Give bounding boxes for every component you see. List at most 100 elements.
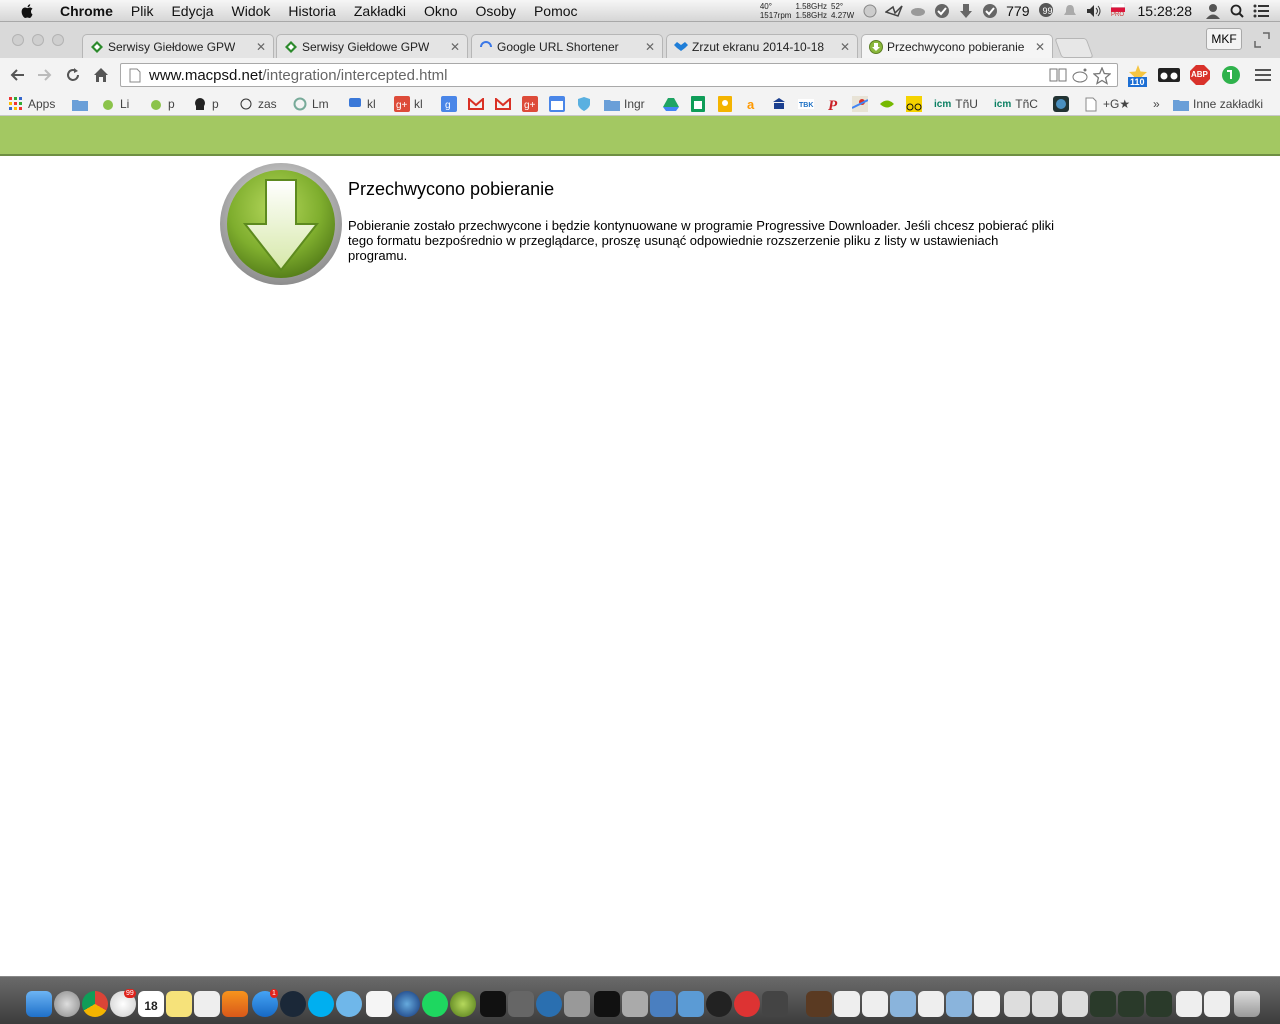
tab-screenshot[interactable]: Zrzut ekranu 2014-10-18 ✕	[666, 34, 858, 58]
system-preferences-icon[interactable]	[564, 991, 590, 1017]
dictionary-icon[interactable]	[806, 991, 832, 1017]
polish-flag-input-icon[interactable]: PRO	[1109, 2, 1127, 20]
bookmark-shield[interactable]	[576, 95, 596, 113]
bell-icon[interactable]	[1061, 2, 1079, 20]
fullscreen-icon[interactable]	[1254, 32, 1270, 48]
window-zoom-button[interactable]	[52, 34, 64, 46]
bookmark-calendar[interactable]	[549, 95, 569, 113]
bookmark-p-2[interactable]: p	[192, 95, 219, 113]
menu-pomoc[interactable]: Pomoc	[525, 0, 587, 22]
spotify-icon[interactable]	[422, 991, 448, 1017]
bookmark-lm[interactable]: Lm	[292, 95, 329, 113]
bookmark-cyclist[interactable]	[906, 95, 926, 113]
bookmark-maps[interactable]	[852, 95, 872, 113]
bookmark-sheets[interactable]	[690, 95, 710, 113]
menu-widok[interactable]: Widok	[223, 0, 280, 22]
progressive-downloader-dock-icon[interactable]	[450, 991, 476, 1017]
bookmark-keep[interactable]	[717, 95, 737, 113]
transmit-icon[interactable]	[536, 991, 562, 1017]
cloud-icon[interactable]	[909, 2, 927, 20]
temp-power-stats[interactable]: 52° 4.27W	[831, 2, 854, 20]
tab-gpw-2[interactable]: Serwisy Giełdowe GPW ✕	[276, 34, 468, 58]
script-editor-icon[interactable]	[622, 991, 648, 1017]
evernote-extension-icon[interactable]	[1220, 64, 1242, 86]
finder-icon[interactable]	[26, 991, 52, 1017]
close-icon[interactable]: ✕	[840, 40, 850, 54]
activity-monitor-icon[interactable]	[480, 991, 506, 1017]
bookmark-icm-tnu[interactable]: icm TñU	[934, 95, 978, 113]
download-arrow-icon[interactable]	[957, 2, 975, 20]
bookmark-bank[interactable]	[771, 95, 791, 113]
trash-icon[interactable]	[1234, 991, 1260, 1017]
bookmark-folder[interactable]	[72, 95, 92, 113]
menu-plik[interactable]: Plik	[122, 0, 163, 22]
bookmark-other-folder[interactable]: Inne zakładki	[1173, 95, 1263, 113]
adblock-plus-icon[interactable]: ABP	[1189, 64, 1211, 86]
back-button[interactable]	[8, 66, 26, 84]
cpu-frequency-stats[interactable]: 1.58GHz 1.58GHz	[795, 2, 827, 20]
skype-icon[interactable]	[308, 991, 334, 1017]
check-circle-icon[interactable]	[933, 2, 951, 20]
notification-center-icon[interactable]	[1252, 2, 1270, 20]
bookmark-zas[interactable]: zas	[238, 95, 277, 113]
stickies-icon[interactable]	[166, 991, 192, 1017]
launchpad-icon[interactable]	[54, 991, 80, 1017]
butterfly-icon[interactable]	[222, 991, 248, 1017]
xcode-icon[interactable]	[678, 991, 704, 1017]
tab-url-shortener[interactable]: Google URL Shortener ✕	[471, 34, 663, 58]
window-thumbnail[interactable]	[1118, 991, 1144, 1017]
calendar-icon[interactable]: 18	[138, 991, 164, 1017]
bookmark-gmail-2[interactable]	[495, 95, 515, 113]
folder-icon[interactable]	[890, 991, 916, 1017]
glasses-extension-icon[interactable]	[1158, 64, 1180, 86]
tomato-timer-icon[interactable]	[734, 991, 760, 1017]
menu-zakladki[interactable]: Zakładki	[345, 0, 415, 22]
window-minimize-button[interactable]	[32, 34, 44, 46]
virtualbox-icon[interactable]	[650, 991, 676, 1017]
menu-icon[interactable]	[1252, 64, 1274, 86]
messages-icon[interactable]	[336, 991, 362, 1017]
reddit-icon[interactable]	[1071, 67, 1089, 89]
reload-button[interactable]	[64, 66, 82, 84]
menu-historia[interactable]: Historia	[279, 0, 344, 22]
window-thumbnail[interactable]	[1004, 991, 1030, 1017]
tab-intercepted[interactable]: Przechwycono pobieranie ✕	[861, 34, 1053, 58]
close-icon[interactable]: ✕	[1035, 40, 1045, 54]
reader-mode-icon[interactable]	[1049, 67, 1067, 89]
bookmark-google[interactable]: g	[441, 95, 461, 113]
window-thumbnail[interactable]	[1062, 991, 1088, 1017]
bookmark-p-1[interactable]: p	[148, 95, 175, 113]
app-menu-chrome[interactable]: Chrome	[51, 0, 122, 22]
bookmark-tbk[interactable]: TBK	[798, 95, 818, 113]
close-icon[interactable]: ✕	[645, 40, 655, 54]
tab-gpw-1[interactable]: Serwisy Giełdowe GPW ✕	[82, 34, 274, 58]
folder-icon[interactable]	[946, 991, 972, 1017]
notification-counter[interactable]: 779	[1006, 3, 1029, 19]
misc-app-icon[interactable]	[762, 991, 788, 1017]
menu-okno[interactable]: Okno	[415, 0, 466, 22]
bookmark-kl-2[interactable]: g+ kl	[394, 95, 423, 113]
window-thumbnail[interactable]	[1176, 991, 1202, 1017]
bookmark-icm-tnc[interactable]: icm TñC	[994, 95, 1038, 113]
menubar-clock[interactable]: 15:28:28	[1138, 3, 1193, 19]
menu-edycja[interactable]: Edycja	[162, 0, 222, 22]
window-thumbnail[interactable]	[1146, 991, 1172, 1017]
address-bar[interactable]: www.macpsd.net/integration/intercepted.h…	[120, 63, 1118, 87]
bookmark-li[interactable]: Li	[100, 95, 129, 113]
forward-button[interactable]	[36, 66, 54, 84]
itunes-icon[interactable]	[394, 991, 420, 1017]
new-tab-button[interactable]	[1054, 38, 1094, 58]
close-icon[interactable]: ✕	[450, 40, 460, 54]
bookmark-gmail-1[interactable]	[468, 95, 488, 113]
bookmark-apps[interactable]: Apps	[8, 95, 55, 113]
bookmarks-overflow-button[interactable]: »	[1153, 95, 1160, 113]
bookmark-gplus[interactable]: g+	[522, 95, 542, 113]
rss-count-extension[interactable]: 110	[1127, 64, 1149, 87]
user-icon[interactable]	[1204, 2, 1222, 20]
window-thumbnail[interactable]	[1032, 991, 1058, 1017]
mail-check-icon[interactable]	[981, 2, 999, 20]
bookmark-pinterest[interactable]: P	[825, 95, 845, 113]
document-icon[interactable]	[918, 991, 944, 1017]
profile-button[interactable]: MKF	[1206, 28, 1242, 50]
grid-app-icon[interactable]	[366, 991, 392, 1017]
